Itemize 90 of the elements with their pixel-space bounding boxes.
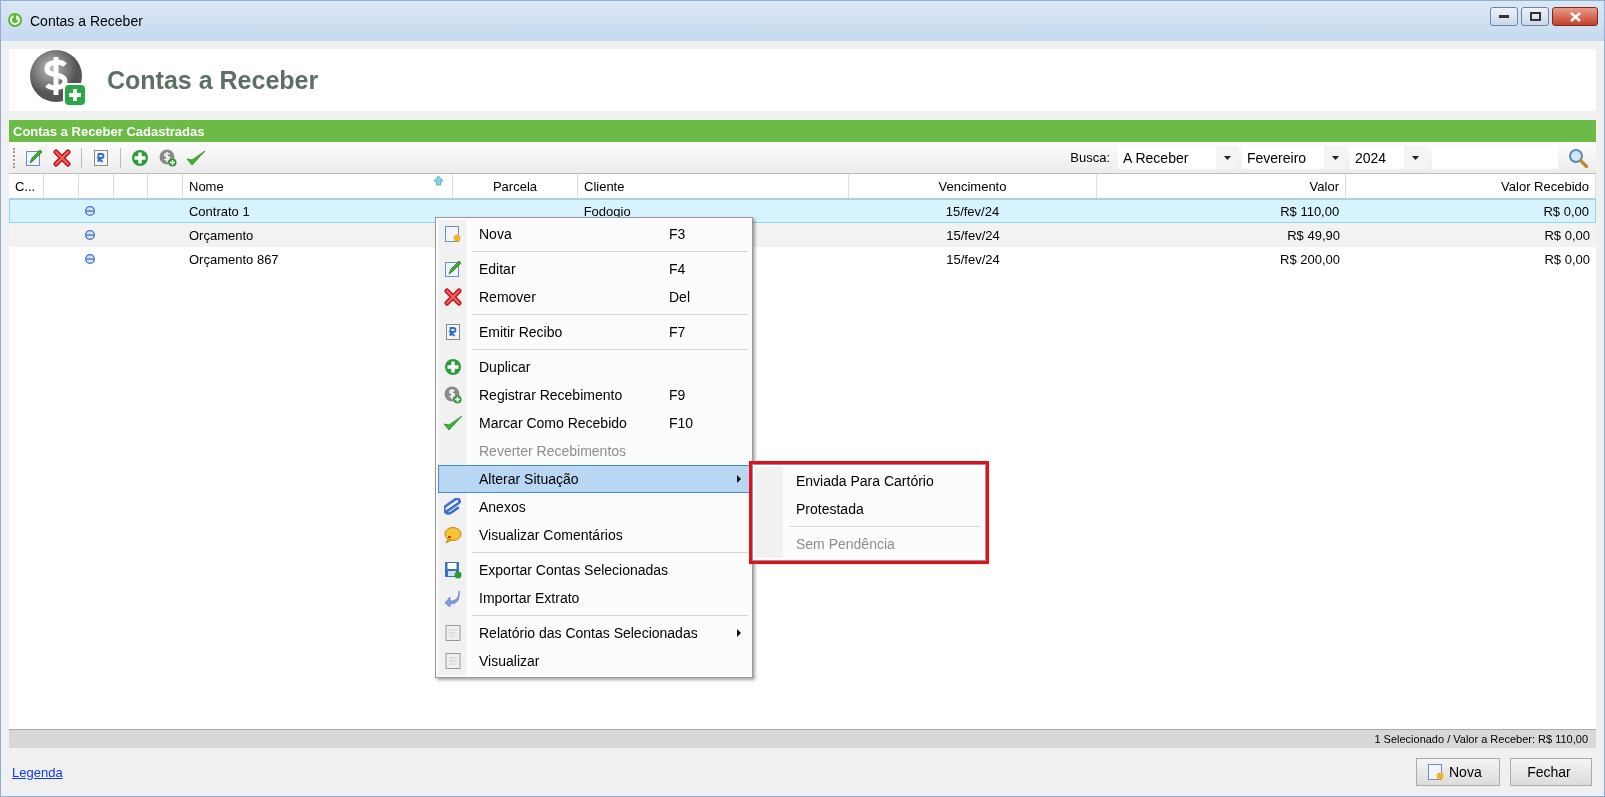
legend-link[interactable]: Legenda [12, 764, 63, 780]
column-header[interactable]: Valor Recebido [1346, 174, 1596, 198]
edit-button[interactable] [25, 148, 43, 167]
column-header[interactable]: Parcela [453, 174, 578, 198]
remove-icon [444, 288, 462, 306]
shortcut-label: Del [669, 289, 691, 305]
mark-received-button[interactable] [186, 148, 206, 167]
close-icon [1569, 11, 1581, 22]
table-cell: R$ 0,00 [1543, 203, 1590, 219]
check-icon [443, 414, 463, 432]
menu-item[interactable]: Nova F3 [438, 220, 750, 248]
menu-item[interactable]: Importar Extrato [438, 584, 750, 612]
search-icon[interactable] [1568, 147, 1588, 168]
table-cell: 15/fev/24 [946, 227, 1000, 243]
footer-button[interactable]: Fechar [1510, 758, 1592, 786]
section-title: Contas a Receber Cadastradas [13, 123, 205, 139]
menu-item[interactable]: Emitir Recibo F7 [438, 318, 750, 346]
menu-item[interactable]: Editar F4 [438, 255, 750, 283]
dropdown-caret-icon [1331, 155, 1339, 160]
speech-bubble-icon [444, 526, 462, 544]
table-cell: 15/fev/24 [946, 251, 1000, 267]
plus-icon [444, 358, 462, 376]
menu-item[interactable]: Duplicar [438, 353, 750, 381]
menu-item[interactable]: Relatório das Contas Selecionadas [438, 619, 750, 647]
table-cell: Orçamento [189, 227, 254, 243]
menu-item[interactable]: Alterar Situação [438, 465, 750, 493]
column-header[interactable]: Valor [1097, 174, 1346, 198]
filter-dropdown[interactable]: A Receber [1118, 146, 1238, 169]
table-cell: Fodogio [583, 203, 631, 219]
menu-item[interactable]: Marcar Como Recebido F10 [438, 409, 750, 437]
filter-dropdown[interactable]: 2024 [1350, 146, 1426, 169]
table-cell: R$ 200,00 [1280, 251, 1340, 267]
column-header[interactable]: Nome [183, 174, 453, 198]
new-document-icon [1427, 763, 1445, 781]
shortcut-label: F4 [669, 261, 687, 277]
search-label: Busca: [1070, 150, 1110, 165]
shortcut-label: F10 [669, 415, 695, 431]
receipt-icon [444, 323, 462, 341]
table-cell: Contrato 1 [188, 203, 250, 219]
table-cell: Orçamento 867 [189, 251, 279, 267]
duplicate-button[interactable] [131, 148, 149, 167]
submenu-arrow-icon [737, 475, 741, 483]
minimize-icon [1499, 15, 1509, 18]
menu-item[interactable]: Anexos [438, 493, 750, 521]
receipt-button[interactable] [92, 148, 110, 167]
submenu-arrow-icon [737, 629, 741, 637]
menu-item[interactable]: Visualizar [438, 647, 750, 675]
edit-icon [444, 260, 462, 278]
coin-plus-icon [444, 386, 462, 404]
status-icon [85, 254, 95, 264]
shortcut-label: F7 [669, 324, 687, 340]
page-title: Contas a Receber [107, 65, 319, 95]
column-header[interactable]: C... [9, 174, 44, 198]
menu-item[interactable]: Registrar Recebimento F9 [438, 381, 750, 409]
dropdown-caret-icon [1223, 155, 1231, 160]
column-header[interactable]: Cliente [578, 174, 849, 198]
document-icon [444, 624, 462, 642]
paperclip-icon [444, 498, 462, 516]
window-title: Contas a Receber [30, 13, 144, 29]
curved-arrow-icon [444, 589, 462, 607]
app-logo-icon [7, 11, 23, 28]
table-cell: R$ 0,00 [1544, 227, 1590, 243]
new-document-icon [444, 225, 462, 243]
table-cell: R$ 0,00 [1544, 251, 1590, 267]
menu-item[interactable]: Enviada Para Cartório [755, 467, 983, 495]
shortcut-label: F3 [669, 226, 687, 242]
dropdown-caret-icon [1411, 155, 1419, 160]
status-icon [84, 206, 95, 216]
save-export-icon [444, 561, 462, 579]
footer-button[interactable]: Nova [1416, 758, 1500, 786]
table-cell: R$ 49,90 [1287, 227, 1340, 243]
document-icon [444, 652, 462, 670]
menu-item[interactable]: Exportar Contas Selecionadas [438, 556, 750, 584]
maximize-icon [1529, 12, 1541, 21]
sort-arrow-icon [433, 175, 444, 186]
status-icon [85, 230, 95, 240]
menu-item[interactable]: Visualizar Comentários [438, 521, 750, 549]
register-payment-button[interactable] [159, 148, 177, 167]
maximize-button[interactable] [1521, 7, 1549, 26]
remove-button[interactable] [53, 148, 71, 167]
filter-dropdown[interactable]: Fevereiro [1242, 146, 1346, 169]
menu-item[interactable]: Remover Del [438, 283, 750, 311]
minimize-button[interactable] [1490, 7, 1518, 26]
menu-item[interactable]: Protestada [755, 495, 983, 523]
table-cell: 15/fev/24 [945, 203, 1000, 219]
close-button[interactable] [1552, 7, 1598, 26]
shortcut-label: F9 [669, 387, 687, 403]
status-text: 1 Selecionado / Valor a Receber: R$ 110,00 [1374, 733, 1588, 745]
column-header[interactable]: Vencimento [849, 174, 1097, 198]
table-cell: R$ 110,00 [1280, 203, 1340, 219]
